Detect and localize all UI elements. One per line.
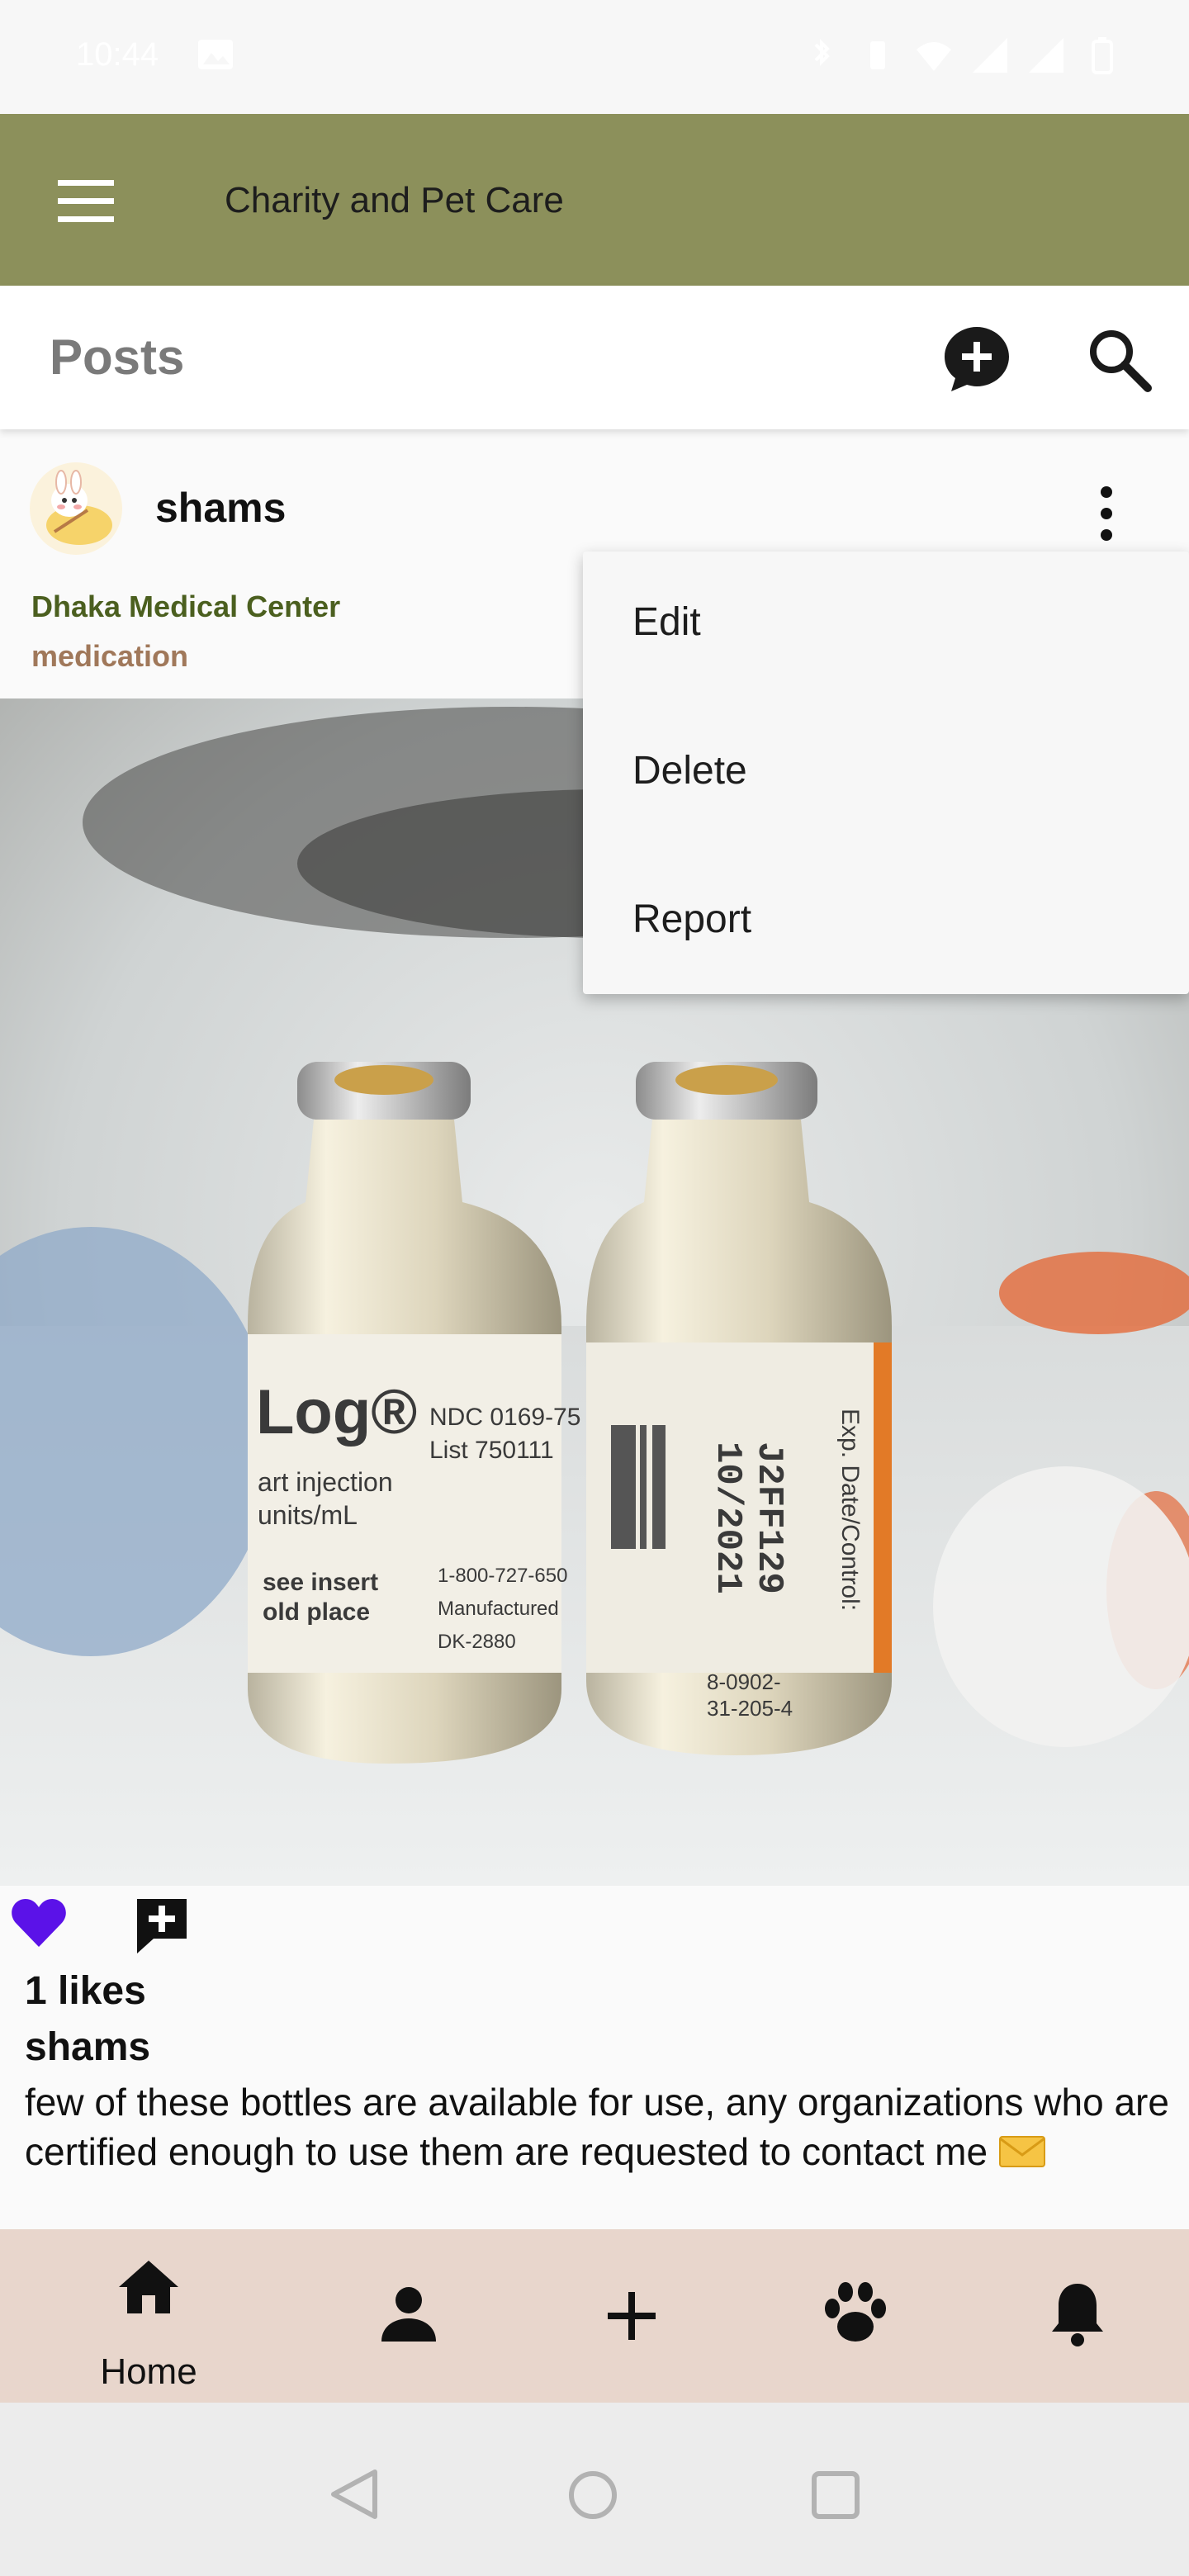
menu-item-delete[interactable]: Delete [583,700,1189,849]
envelope-emoji-icon [998,2136,1045,2167]
svg-text:List 750111: List 750111 [429,1437,554,1464]
avatar[interactable] [30,462,122,555]
nav-notifications[interactable] [1024,2229,1131,2403]
post-username[interactable]: shams [155,484,286,532]
home-icon [119,2261,178,2313]
svg-text:1-800-727-650: 1-800-727-650 [438,1565,567,1587]
wifi-icon [917,42,951,71]
menu-item-edit-label: Edit [632,600,701,644]
menu-item-report[interactable]: Report [583,849,1189,997]
nav-pets[interactable] [801,2229,908,2403]
status-time: 10:44 [76,36,159,73]
vial-right-side-label: Exp. Date/Control: [836,1409,864,1611]
signal-2-icon [1029,38,1063,73]
post-caption: few of these bottles are available for u… [25,2077,1172,2176]
more-options-icon[interactable] [1080,481,1133,547]
post-options-menu: Edit Delete Report [583,552,1189,994]
system-icons [801,35,1123,76]
status-bar: 10:44 [0,0,1189,114]
posts-label: Posts [50,329,185,385]
system-navigation-bar [0,2403,1189,2576]
svg-text:art injection: art injection [258,1467,393,1497]
bell-icon [1052,2284,1103,2346]
bottom-navigation: Home [0,2229,1189,2403]
recents-icon[interactable] [809,2469,862,2522]
gallery-notification-icon [198,40,233,69]
person-icon [381,2287,436,2342]
posts-header: Posts [0,286,1189,429]
nav-home[interactable]: Home [66,2229,231,2403]
menu-item-report-label: Report [632,897,752,941]
hamburger-menu-icon[interactable] [51,167,121,236]
nav-add[interactable] [578,2229,685,2403]
home-circle-icon[interactable] [566,2469,619,2522]
vial-left-brand: Log® [256,1377,417,1447]
post-category: medication [31,639,189,673]
svg-text:8-0902-: 8-0902- [707,1669,781,1694]
svg-text:Manufactured: Manufactured [438,1598,559,1620]
back-icon[interactable] [327,2467,381,2522]
app-title: Charity and Pet Care [225,180,564,220]
svg-text:old place: old place [263,1598,370,1626]
likes-count: 1 likes [25,1969,146,2013]
add-post-icon[interactable] [940,322,1014,396]
svg-text:DK-2880: DK-2880 [438,1631,516,1653]
menu-item-edit[interactable]: Edit [583,552,1189,700]
comment-icon[interactable] [132,1896,192,1955]
vial-right-lot: J2FF129 [748,1442,789,1594]
avatar-image [30,462,122,555]
search-icon[interactable] [1082,322,1156,396]
svg-text:see insert: see insert [263,1569,378,1596]
heart-icon[interactable] [10,1896,68,1950]
battery-icon [1092,37,1113,74]
plus-icon [608,2292,656,2340]
app-bar: Charity and Pet Care [0,114,1189,286]
menu-item-delete-label: Delete [632,749,747,793]
bluetooth-icon [814,39,830,66]
signal-icon [973,38,1007,73]
nav-profile[interactable] [355,2229,462,2403]
svg-text:31-205-4: 31-205-4 [707,1696,793,1721]
svg-text:NDC 0169-75: NDC 0169-75 [429,1404,580,1431]
svg-text:units/mL: units/mL [258,1500,358,1530]
nav-home-label: Home [100,2351,197,2392]
paw-icon [825,2282,886,2342]
vial-right-date: 10/2021 [707,1442,748,1594]
caption-username[interactable]: shams [25,2024,150,2070]
post-location: Dhaka Medical Center [31,590,341,623]
vibrate-icon [870,41,885,69]
